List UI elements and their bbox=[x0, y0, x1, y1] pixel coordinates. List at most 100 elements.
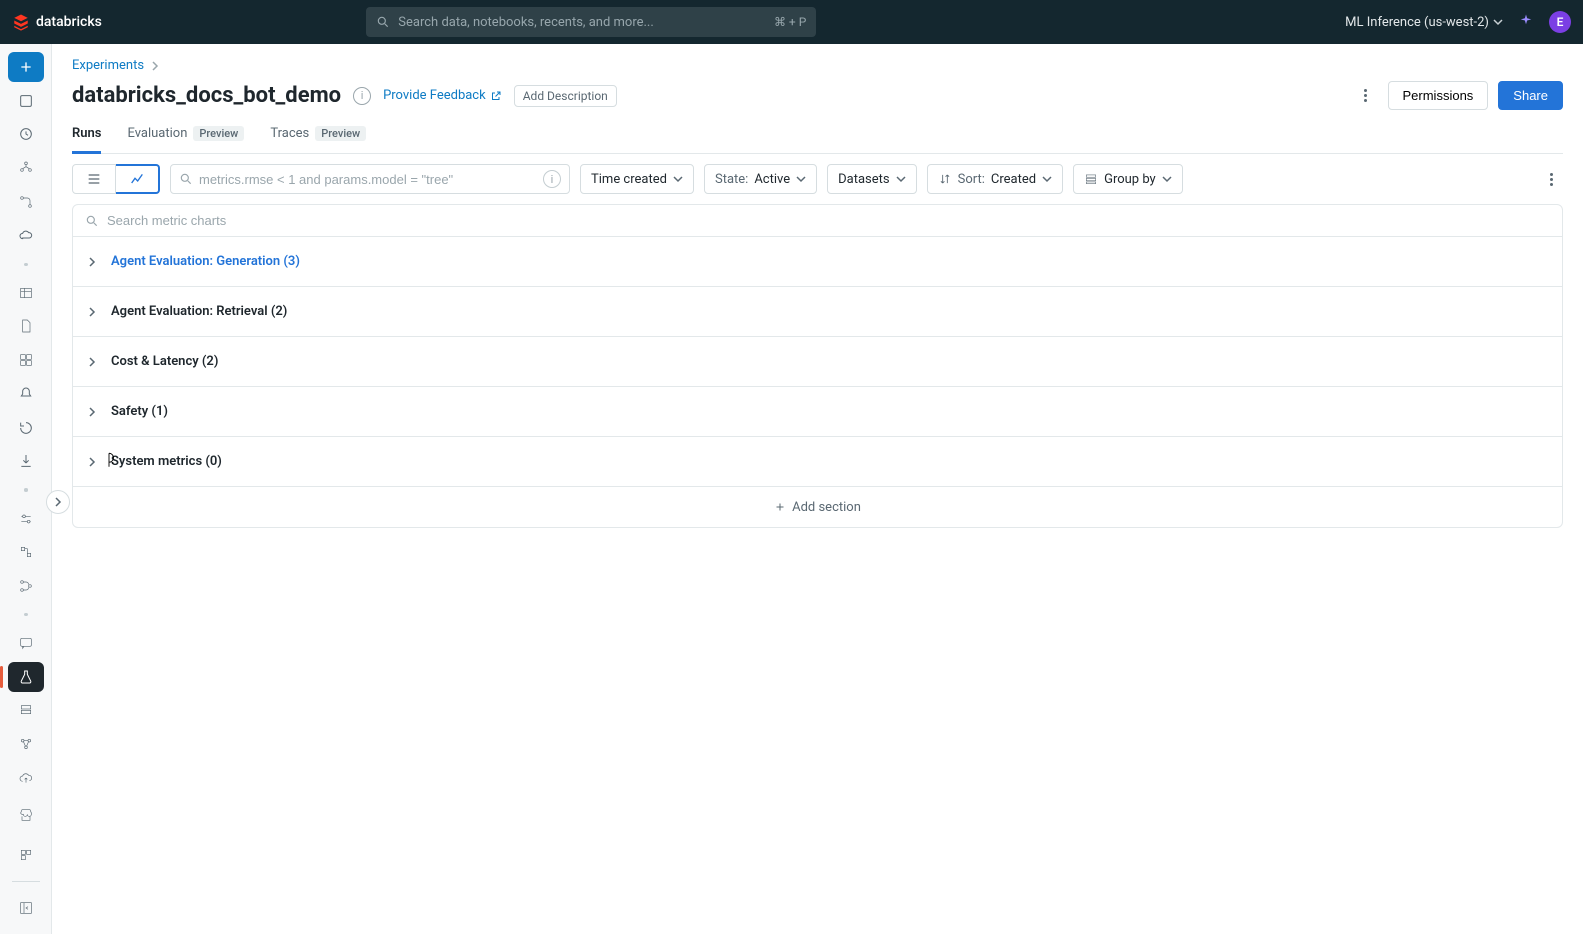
chevron-right-icon bbox=[83, 307, 101, 317]
brand-logo[interactable]: databricks bbox=[12, 13, 102, 31]
search-icon bbox=[376, 15, 390, 29]
chart-view-button[interactable] bbox=[116, 164, 160, 194]
nav-marketplace[interactable] bbox=[8, 797, 44, 833]
cloud-icon bbox=[18, 228, 34, 244]
file-icon bbox=[18, 318, 34, 334]
provide-feedback-link[interactable]: Provide Feedback bbox=[383, 88, 502, 103]
nav-delta[interactable] bbox=[8, 537, 44, 567]
toolbar-overflow-menu[interactable] bbox=[1539, 173, 1563, 186]
nav-recents[interactable] bbox=[8, 120, 44, 150]
time-label: Time created bbox=[591, 172, 667, 187]
add-description-button[interactable]: Add Description bbox=[514, 85, 617, 107]
new-button[interactable] bbox=[8, 52, 44, 82]
section-title: System metrics (0) bbox=[111, 454, 222, 469]
history-icon bbox=[18, 420, 34, 436]
flask-icon bbox=[18, 669, 34, 685]
tab-traces[interactable]: Traces Preview bbox=[270, 122, 366, 154]
breadcrumb: Experiments bbox=[72, 58, 1563, 73]
state-label-prefix: State: bbox=[715, 172, 748, 187]
workspace-name: ML Inference (us-west-2) bbox=[1345, 15, 1489, 30]
branch-icon bbox=[18, 578, 34, 594]
search-placeholder: Search data, notebooks, recents, and mor… bbox=[398, 15, 654, 30]
breadcrumb-root[interactable]: Experiments bbox=[72, 58, 144, 73]
section-agent-retrieval[interactable]: Agent Evaluation: Retrieval (2) bbox=[73, 287, 1562, 337]
chevron-right-icon bbox=[83, 257, 101, 267]
flow-icon bbox=[18, 194, 34, 210]
collapse-icon bbox=[18, 900, 34, 916]
nav-history[interactable] bbox=[8, 413, 44, 443]
sort-value: Created bbox=[991, 172, 1036, 187]
datasets-label: Datasets bbox=[838, 172, 890, 187]
nav-partner[interactable] bbox=[8, 837, 44, 873]
avatar-initial: E bbox=[1557, 15, 1564, 29]
user-avatar[interactable]: E bbox=[1549, 11, 1571, 33]
nav-catalog[interactable] bbox=[8, 153, 44, 183]
workspace-icon bbox=[18, 93, 34, 109]
chevron-right-icon bbox=[83, 407, 101, 417]
nav-models[interactable] bbox=[8, 729, 44, 759]
metric-search-input[interactable] bbox=[107, 213, 1550, 228]
nav-workspace[interactable] bbox=[8, 86, 44, 116]
section-cost-latency[interactable]: Cost & Latency (2) bbox=[73, 337, 1562, 387]
nav-compute[interactable] bbox=[8, 221, 44, 251]
preview-badge: Preview bbox=[193, 126, 244, 141]
metrics-panel: Agent Evaluation: Generation (3) Agent E… bbox=[72, 204, 1563, 528]
rail-separator bbox=[24, 263, 28, 266]
groupby-dropdown[interactable]: Group by bbox=[1073, 164, 1183, 194]
filter-help-icon[interactable]: i bbox=[543, 170, 561, 188]
add-section-button[interactable]: Add section bbox=[73, 487, 1562, 527]
permissions-button[interactable]: Permissions bbox=[1388, 81, 1489, 110]
rail-separator-2 bbox=[24, 488, 28, 491]
search-icon bbox=[179, 172, 193, 186]
time-dropdown[interactable]: Time created bbox=[580, 164, 694, 194]
nodes-icon bbox=[18, 736, 34, 752]
ingest-icon bbox=[18, 453, 34, 469]
nav-serving[interactable] bbox=[8, 763, 44, 793]
rail-divider bbox=[12, 881, 40, 882]
chart-icon bbox=[129, 171, 145, 187]
filter-text-input[interactable] bbox=[199, 172, 537, 187]
section-title: Agent Evaluation: Generation (3) bbox=[111, 254, 300, 269]
plus-icon bbox=[774, 501, 786, 513]
nav-workflows[interactable] bbox=[8, 187, 44, 217]
chevron-down-icon bbox=[673, 174, 683, 184]
external-link-icon bbox=[490, 90, 502, 102]
nav-alerts[interactable] bbox=[8, 379, 44, 409]
section-agent-generation[interactable]: Agent Evaluation: Generation (3) bbox=[73, 237, 1562, 287]
chevron-down-icon bbox=[1042, 174, 1052, 184]
assistant-icon[interactable] bbox=[1517, 13, 1535, 31]
header-overflow-menu[interactable] bbox=[1354, 89, 1378, 102]
section-safety[interactable]: Safety (1) bbox=[73, 387, 1562, 437]
search-shortcut: ⌘ + P bbox=[774, 15, 806, 29]
global-search[interactable]: Search data, notebooks, recents, and mor… bbox=[366, 7, 816, 37]
section-title: Safety (1) bbox=[111, 404, 168, 419]
metric-search[interactable] bbox=[73, 205, 1562, 237]
workspace-switcher[interactable]: ML Inference (us-west-2) bbox=[1345, 15, 1503, 30]
section-system-metrics[interactable]: System metrics (0) bbox=[73, 437, 1562, 487]
add-section-label: Add section bbox=[792, 500, 861, 515]
sort-dropdown[interactable]: Sort: Created bbox=[927, 164, 1063, 194]
nav-job-runs[interactable] bbox=[8, 504, 44, 534]
nav-pipelines[interactable] bbox=[8, 571, 44, 601]
share-button[interactable]: Share bbox=[1498, 81, 1563, 110]
filter-input[interactable]: i bbox=[170, 164, 570, 194]
delta-icon bbox=[18, 544, 34, 560]
nav-sql-editor[interactable] bbox=[8, 278, 44, 308]
nav-ingestion[interactable] bbox=[8, 447, 44, 477]
nav-queries[interactable] bbox=[8, 312, 44, 342]
nav-playground[interactable] bbox=[8, 628, 44, 658]
tab-runs[interactable]: Runs bbox=[72, 122, 101, 154]
info-icon[interactable]: i bbox=[353, 87, 371, 105]
datasets-dropdown[interactable]: Datasets bbox=[827, 164, 917, 194]
rail-expand-toggle[interactable] bbox=[46, 490, 70, 514]
tab-evaluation[interactable]: Evaluation Preview bbox=[127, 122, 244, 154]
nav-experiments[interactable] bbox=[8, 662, 44, 692]
state-dropdown[interactable]: State: Active bbox=[704, 164, 817, 194]
nav-features[interactable] bbox=[8, 696, 44, 726]
sort-label-prefix: Sort: bbox=[958, 172, 985, 187]
list-view-button[interactable] bbox=[72, 164, 116, 194]
nav-dashboards[interactable] bbox=[8, 345, 44, 375]
chevron-down-icon bbox=[796, 174, 806, 184]
groupby-label: Group by bbox=[1104, 172, 1156, 187]
nav-collapse[interactable] bbox=[8, 890, 44, 926]
